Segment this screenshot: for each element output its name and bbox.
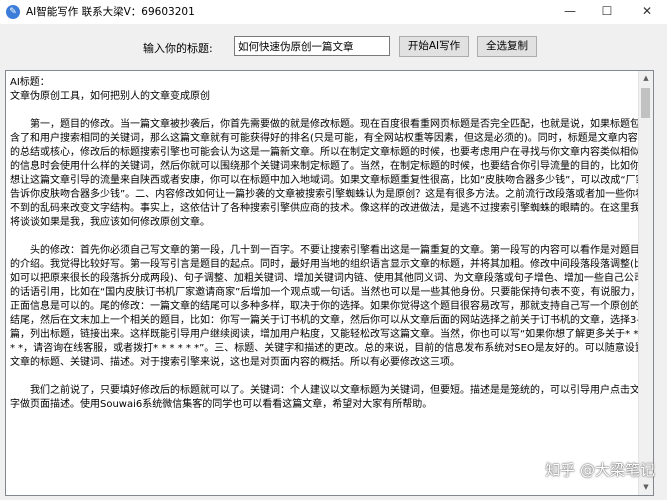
article-text: AI标题： 文章伪原创工具，如何把别人的文章变成原创 第一，题目的修改。当一篇文… bbox=[6, 71, 653, 412]
paragraph-3: 我们之前说了，只要填好修改后的标题就可以了。关键词：个人建议以文章标题为关键词，… bbox=[10, 385, 640, 410]
topic-label: 输入你的标题: bbox=[143, 42, 213, 55]
scroll-up-arrow-icon[interactable]: ▲ bbox=[639, 71, 653, 86]
scroll-down-arrow-icon[interactable]: ▼ bbox=[639, 480, 653, 495]
paragraph-1: 第一，题目的修改。当一篇文章被抄袭后，你首先需要做的就是修改标题。现在百度很看重… bbox=[10, 119, 646, 228]
close-button[interactable]: ✕ bbox=[632, 0, 662, 22]
select-all-copy-button[interactable]: 全选复制 bbox=[477, 36, 537, 57]
minimize-button[interactable]: — bbox=[555, 0, 585, 22]
watermark: 知乎 @大梁笔记 bbox=[545, 461, 655, 479]
article-title: 文章伪原创工具，如何把别人的文章变成原创 bbox=[10, 91, 210, 102]
maximize-button[interactable]: ☐ bbox=[592, 0, 622, 22]
topic-input[interactable] bbox=[234, 36, 390, 56]
scroll-thumb[interactable] bbox=[641, 88, 650, 118]
paragraph-2: 头的修改：首先你必须自己写文章的第一段，几十到一百字。不要让搜索引擎看出这是一篇… bbox=[10, 245, 647, 368]
start-writing-button[interactable]: 开始AI写作 bbox=[399, 36, 469, 57]
app-icon: ✎ bbox=[6, 5, 20, 19]
ai-title-label: AI标题： bbox=[10, 77, 50, 88]
article-textarea[interactable]: AI标题： 文章伪原创工具，如何把别人的文章变成原创 第一，题目的修改。当一篇文… bbox=[5, 70, 654, 496]
window-title: AI智能写作 联系大梁V：69603201 bbox=[26, 6, 195, 18]
vertical-scrollbar[interactable]: ▲ ▼ bbox=[638, 71, 653, 495]
title-bar: ✎ AI智能写作 联系大梁V：69603201 — ☐ ✕ bbox=[0, 0, 667, 24]
